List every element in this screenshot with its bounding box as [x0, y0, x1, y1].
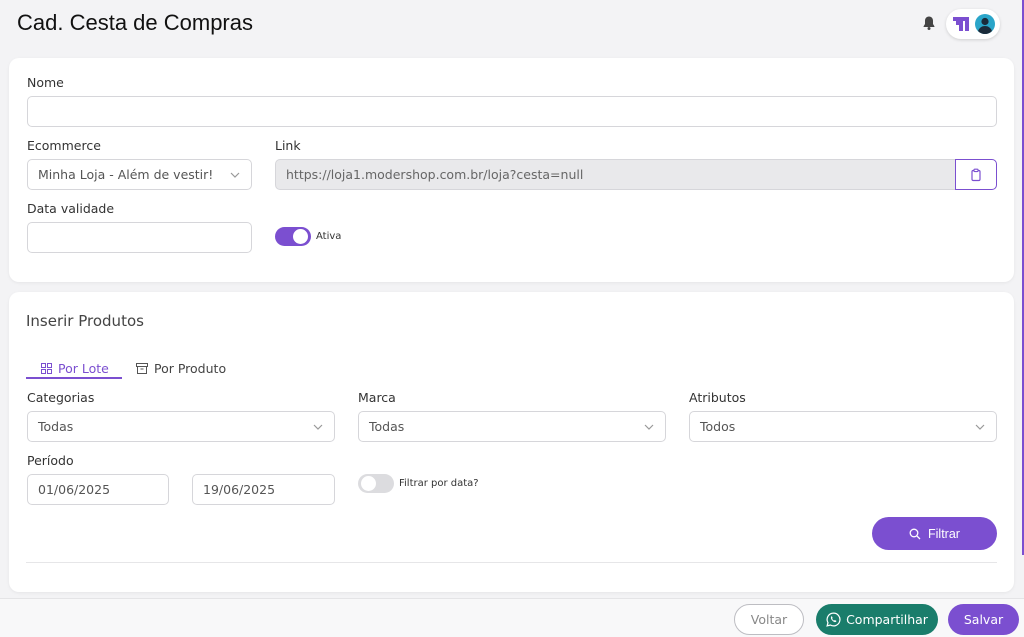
salvar-label: Salvar — [963, 612, 1004, 627]
filtrar-button[interactable]: Filtrar — [872, 517, 997, 550]
filtrar-button-label: Filtrar — [928, 526, 960, 541]
section-divider — [26, 562, 997, 563]
filtrar-data-label: Filtrar por data? — [399, 478, 479, 489]
toggle-knob — [293, 229, 308, 244]
page-header: Cad. Cesta de Compras — [0, 0, 1024, 50]
ecommerce-label: Ecommerce — [27, 138, 101, 153]
voltar-button[interactable]: Voltar — [734, 604, 804, 635]
atributos-selected-value: Todos — [700, 419, 736, 434]
chevron-down-icon — [313, 424, 323, 430]
tab-por-produto[interactable]: Por Produto — [136, 356, 226, 380]
tab-label: Por Produto — [154, 360, 227, 376]
toggle-knob — [361, 476, 376, 491]
periodo-label: Período — [27, 453, 74, 468]
bell-icon[interactable] — [921, 15, 937, 31]
link-label: Link — [275, 138, 301, 153]
brand-logo-icon — [953, 14, 995, 34]
nome-input[interactable] — [27, 96, 997, 127]
whatsapp-icon — [826, 612, 841, 627]
clipboard-icon — [971, 168, 981, 181]
footer-actions: Voltar Compartilhar Salvar — [0, 598, 1024, 637]
periodo-start-input[interactable]: 01/06/2025 — [27, 474, 169, 505]
ecommerce-selected-value: Minha Loja - Além de vestir! — [38, 167, 214, 182]
data-validade-input[interactable] — [27, 222, 252, 253]
compartilhar-button[interactable]: Compartilhar — [816, 604, 938, 635]
nome-label: Nome — [27, 75, 64, 90]
grid-icon — [41, 362, 52, 374]
filtrar-data-toggle[interactable] — [358, 474, 394, 493]
chevron-down-icon — [644, 424, 654, 430]
basket-form-card: Nome Ecommerce Minha Loja - Além de vest… — [9, 58, 1014, 282]
section-title: Inserir Produtos — [26, 312, 144, 330]
salvar-button[interactable]: Salvar — [948, 604, 1019, 635]
categorias-selected-value: Todas — [38, 419, 74, 434]
voltar-label: Voltar — [750, 612, 788, 627]
insert-products-card: Inserir Produtos Por Lote Por Produto Ca… — [9, 292, 1014, 592]
periodo-end-input[interactable]: 19/06/2025 — [192, 474, 335, 505]
categorias-label: Categorias — [27, 390, 95, 405]
chevron-down-icon — [230, 172, 240, 178]
archive-icon — [136, 362, 148, 374]
atributos-label: Atributos — [689, 390, 746, 405]
link-input: https://loja1.modershop.com.br/loja?cest… — [275, 159, 956, 190]
ativa-toggle[interactable] — [275, 227, 311, 246]
page-title: Cad. Cesta de Compras — [17, 10, 253, 35]
marca-label: Marca — [358, 390, 396, 405]
copy-link-button[interactable] — [955, 159, 997, 190]
active-tab-indicator — [26, 377, 122, 379]
search-icon — [909, 528, 921, 539]
compartilhar-label: Compartilhar — [846, 612, 928, 627]
atributos-select[interactable]: Todos — [689, 411, 997, 442]
user-avatar[interactable] — [946, 9, 1000, 39]
marca-selected-value: Todas — [369, 419, 405, 434]
tab-label: Por Lote — [58, 360, 109, 376]
ativa-label: Ativa — [316, 231, 342, 242]
data-validade-label: Data validade — [27, 201, 115, 216]
ecommerce-select[interactable]: Minha Loja - Além de vestir! — [27, 159, 252, 190]
categorias-select[interactable]: Todas — [27, 411, 335, 442]
chevron-down-icon — [975, 424, 985, 430]
marca-select[interactable]: Todas — [358, 411, 666, 442]
